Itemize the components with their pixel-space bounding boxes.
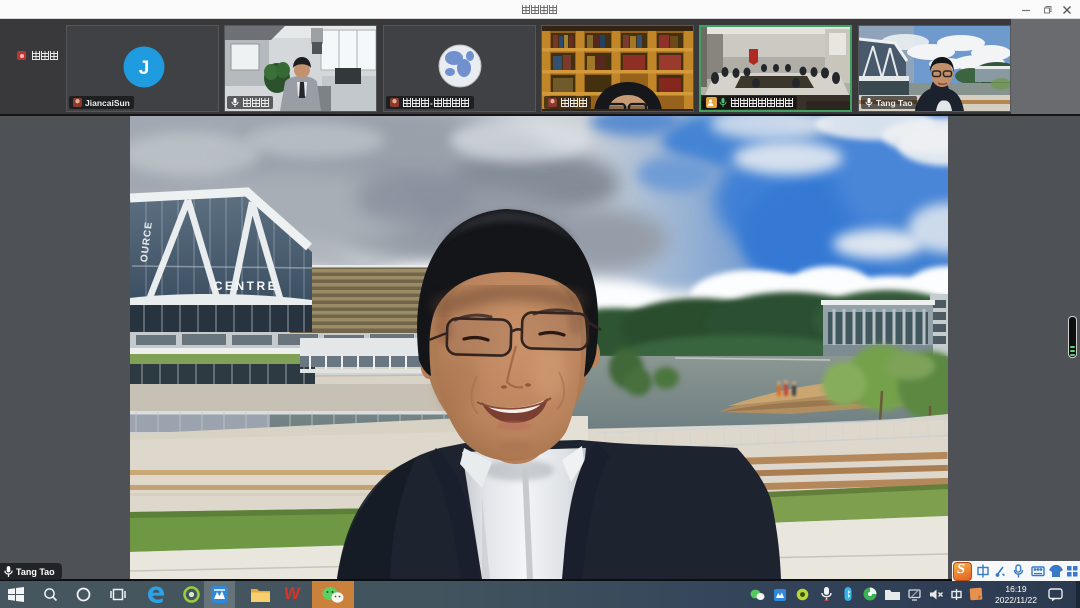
svg-text:CENTRE: CENTRE — [214, 279, 278, 293]
svg-text:J: J — [139, 58, 150, 79]
